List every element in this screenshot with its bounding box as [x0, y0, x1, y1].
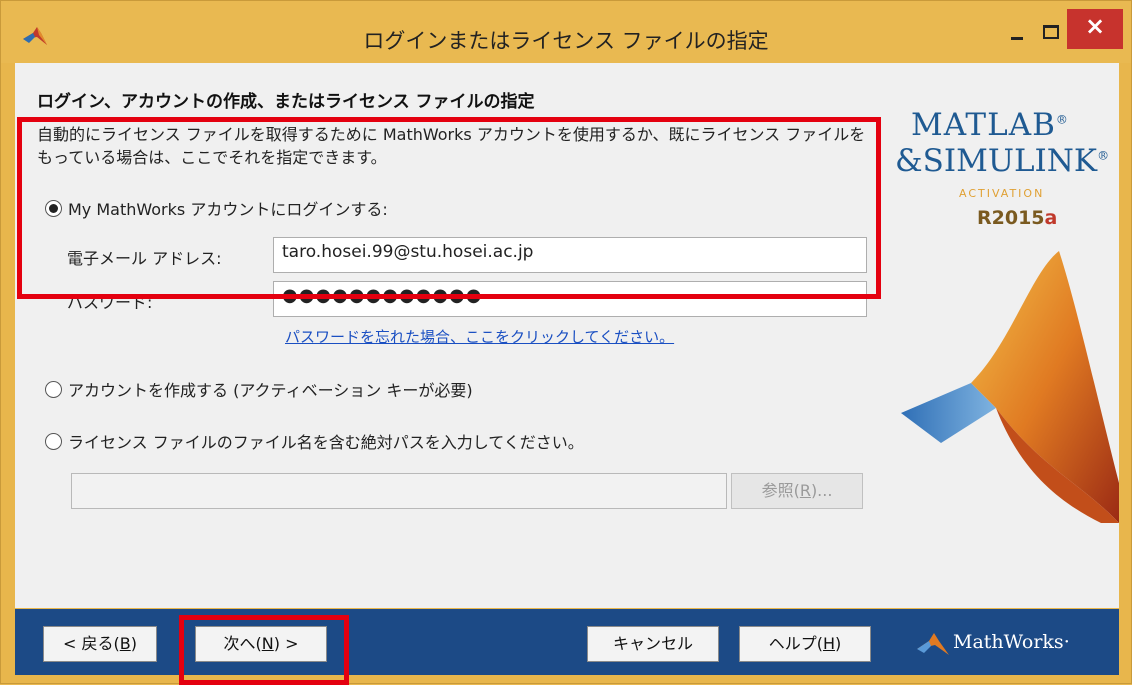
- minimize-icon: [1011, 37, 1023, 40]
- matlab-peak-icon: [901, 251, 1119, 523]
- mathworks-logo: MathWorks·: [917, 627, 1107, 661]
- next-highlight-box: [179, 615, 349, 685]
- option-create-account[interactable]: アカウントを作成する (アクティベーション キーが必要): [45, 377, 473, 401]
- cancel-button[interactable]: キャンセル: [587, 626, 719, 662]
- forgot-password-link[interactable]: パスワードを忘れた場合、ここをクリックしてください。: [285, 326, 674, 347]
- close-icon: ×: [1084, 12, 1106, 40]
- maximize-icon: [1043, 25, 1059, 39]
- create-account-radio[interactable]: [45, 380, 62, 398]
- license-file-label: ライセンス ファイルのファイル名を含む絶対パスを入力してください。: [68, 433, 584, 452]
- page-heading: ログイン、アカウントの作成、またはライセンス ファイルの指定: [37, 92, 535, 112]
- brand-activation: ACTIVATION: [959, 187, 1045, 200]
- login-highlight-box: [17, 117, 881, 299]
- help-button[interactable]: ヘルプ(H): [739, 626, 871, 662]
- minimize-button[interactable]: [999, 9, 1035, 49]
- back-button[interactable]: < 戻る(B): [43, 626, 157, 662]
- option-license-file[interactable]: ライセンス ファイルのファイル名を含む絶対パスを入力してください。: [45, 429, 584, 453]
- browse-button[interactable]: 参照(R)...: [731, 473, 863, 509]
- brand-release: R2015a: [977, 207, 1058, 229]
- license-path-input[interactable]: [71, 473, 727, 509]
- license-file-radio[interactable]: [45, 432, 62, 450]
- brand-simulink: &SIMULINK®: [895, 143, 1110, 179]
- maximize-button[interactable]: [1033, 9, 1069, 49]
- close-button[interactable]: ×: [1067, 9, 1123, 49]
- create-account-label: アカウントを作成する (アクティベーション キーが必要): [68, 381, 473, 400]
- matlab-simulink-branding: MATLAB® &SIMULINK® ACTIVATION R2015a: [893, 103, 1119, 563]
- mathworks-logo-text: MathWorks·: [953, 631, 1070, 653]
- dialog-window: ログインまたはライセンス ファイルの指定 × ログイン、アカウントの作成、または…: [0, 0, 1132, 685]
- brand-matlab: MATLAB®: [911, 107, 1069, 143]
- window-title: ログインまたはライセンス ファイルの指定: [363, 29, 769, 53]
- mathworks-logo-icon: [917, 633, 949, 655]
- title-bar[interactable]: ログインまたはライセンス ファイルの指定 ×: [1, 1, 1131, 63]
